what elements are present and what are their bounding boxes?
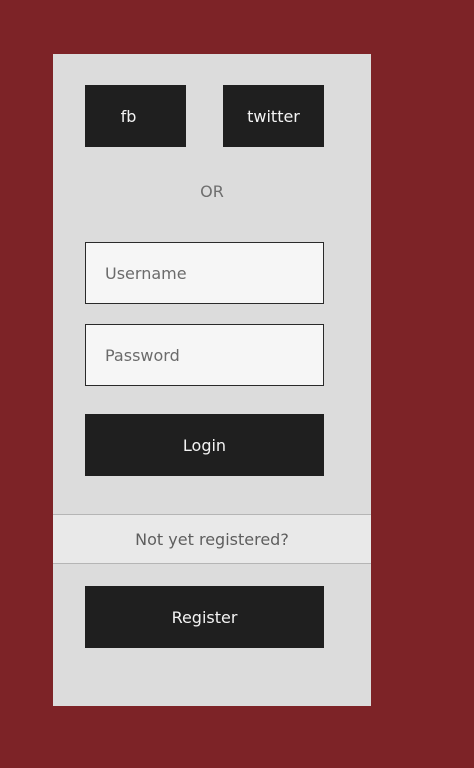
login-button[interactable]: Login (85, 414, 324, 476)
register-prompt: Not yet registered? (53, 514, 371, 564)
twitter-button[interactable]: twitter (223, 85, 324, 147)
fb-button[interactable]: fb (85, 85, 186, 147)
fb-button-label: fb (120, 106, 137, 126)
login-panel: fb twitter OR Login Not yet registered? … (53, 54, 371, 706)
register-button-label: Register (171, 607, 238, 627)
username-input[interactable] (85, 242, 324, 304)
or-separator: OR (200, 182, 224, 201)
password-input[interactable] (85, 324, 324, 386)
login-button-label: Login (182, 435, 227, 455)
register-prompt-text: Not yet registered? (135, 529, 289, 549)
twitter-button-label: twitter (247, 106, 300, 126)
register-button[interactable]: Register (85, 586, 324, 648)
